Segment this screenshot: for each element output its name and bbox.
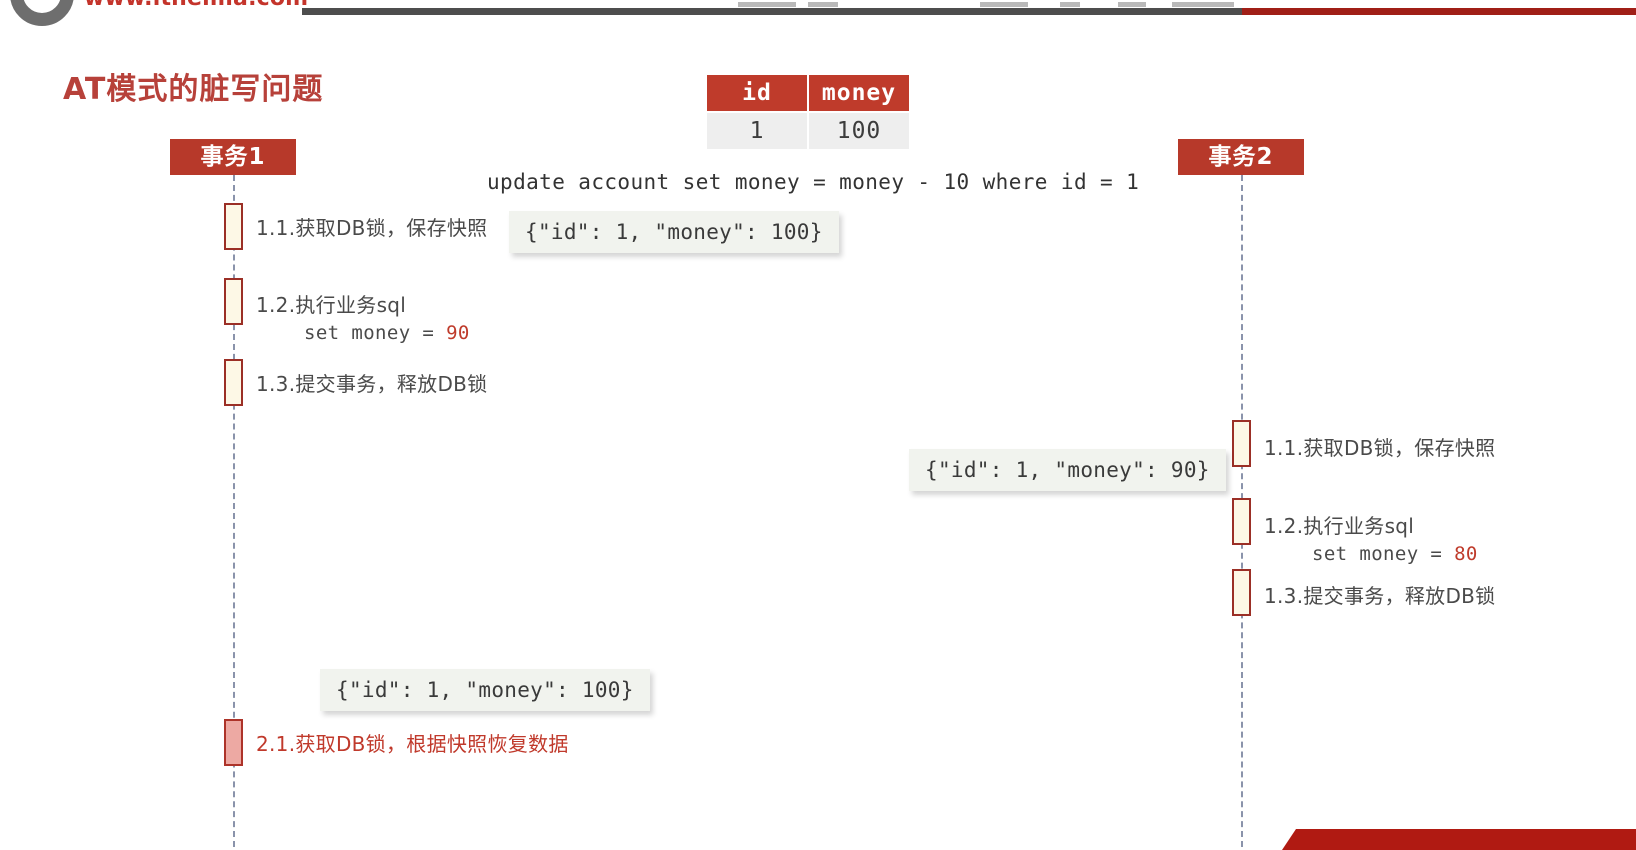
site-url-text: www.itheima.com: [84, 0, 308, 11]
step-text: 1.2.执行业务sql: [1264, 514, 1415, 538]
json-callout-snapshot-tx2: {"id": 1, "money": 90}: [909, 449, 1226, 491]
header-tick: [980, 2, 1028, 7]
header-rule-red: [1242, 8, 1636, 15]
step-text: 1.2.执行业务sql: [256, 293, 407, 317]
activation-bar-tx2-step2: [1232, 498, 1251, 545]
step-sub-tx1: set money = 90: [304, 322, 470, 344]
column-header-id: id: [707, 75, 807, 111]
page-title: AT模式的脏写问题: [63, 72, 324, 107]
activation-bar-tx1-step3: [224, 359, 243, 406]
column-header-money: money: [809, 75, 909, 111]
sub-prefix: set money =: [1312, 543, 1455, 565]
activation-bar-tx2-step3: [1232, 569, 1251, 616]
step-label-tx1-2-1: 2.1.获取DB锁，根据快照恢复数据: [256, 732, 569, 756]
itheima-ring-logo-icon: [10, 0, 74, 26]
header-tick: [738, 2, 796, 7]
step-label-tx1-1-2: 1.2.执行业务sql set money = 90: [256, 289, 470, 344]
activation-bar-tx1-step2: [224, 278, 243, 325]
activation-bar-tx2-step1: [1232, 420, 1251, 467]
header-tick: [1118, 2, 1146, 7]
step-label-tx1-1-1: 1.1.获取DB锁，保存快照: [256, 216, 488, 240]
header-tick: [1172, 2, 1234, 7]
bottom-banner: [1282, 829, 1636, 850]
step-label-tx2-1-1: 1.1.获取DB锁，保存快照: [1264, 436, 1496, 460]
step-sub-tx2: set money = 80: [1312, 543, 1478, 565]
table-header-row: id money: [707, 75, 909, 111]
header-tick: [808, 2, 838, 7]
actor-box-transaction-2: 事务2: [1178, 139, 1304, 175]
sub-value: 90: [446, 322, 470, 344]
activation-bar-tx1-rollback: [224, 719, 243, 766]
step-label-tx2-1-2: 1.2.执行业务sql set money = 80: [1264, 510, 1478, 565]
step-label-tx2-1-3: 1.3.提交事务，释放DB锁: [1264, 584, 1496, 608]
actor-box-transaction-1: 事务1: [170, 139, 296, 175]
sql-statement: update account set money = money - 10 wh…: [487, 170, 1140, 194]
header-tick: [1060, 2, 1080, 7]
page-header: www.itheima.com: [0, 0, 1636, 26]
table-row: 1 100: [707, 113, 909, 149]
account-table: id money 1 100: [705, 73, 911, 151]
step-label-tx1-1-3: 1.3.提交事务，释放DB锁: [256, 372, 488, 396]
activation-bar-tx1-step1: [224, 203, 243, 250]
sub-value: 80: [1454, 543, 1478, 565]
sub-prefix: set money =: [304, 322, 447, 344]
header-rule-dark: [302, 8, 1242, 15]
json-callout-snapshot-tx1: {"id": 1, "money": 100}: [509, 211, 839, 253]
json-callout-restore-tx1: {"id": 1, "money": 100}: [320, 669, 650, 711]
cell-money: 100: [809, 113, 909, 149]
cell-id: 1: [707, 113, 807, 149]
